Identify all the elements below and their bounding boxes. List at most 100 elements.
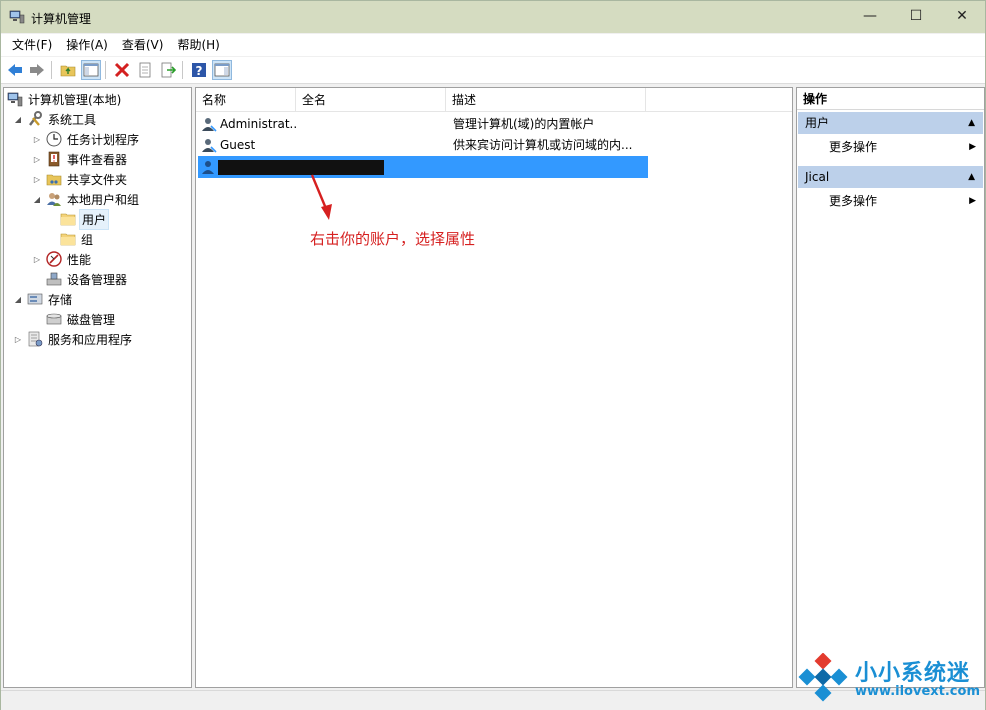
watermark-url: www.ilovext.com: [855, 684, 980, 699]
menu-action[interactable]: 操作(A): [59, 34, 115, 56]
submenu-arrow-icon: ▶: [969, 142, 976, 152]
tree-item-groups[interactable]: 组: [60, 229, 95, 249]
site-watermark: 小小系统迷 www.ilovext.com: [797, 651, 985, 707]
expand-icon[interactable]: ▷: [32, 255, 42, 264]
computer-management-window: 计算机管理 — ☐ ✕ 文件(F) 操作(A) 查看(V) 帮助(H) ? 计算…: [0, 0, 986, 710]
tree-item-disk-management[interactable]: 磁盘管理: [46, 309, 117, 329]
toolbar-separator: [51, 61, 52, 79]
redacted-account-name: [218, 160, 384, 175]
tree-item-local-users-and-groups[interactable]: ◢ 本地用户和组: [32, 189, 141, 209]
window-title: 计算机管理: [31, 12, 92, 26]
collapse-up-icon[interactable]: ▲: [968, 112, 975, 134]
annotation-text: 右击你的账户，选择属性: [310, 230, 476, 248]
collapse-icon[interactable]: ◢: [13, 115, 23, 124]
tree-item-storage[interactable]: ◢ 存储: [13, 289, 74, 309]
cell-name: Guest: [220, 138, 256, 152]
minimize-button[interactable]: —: [847, 1, 893, 31]
computer-management-app-icon: [9, 10, 25, 24]
maximize-icon: ☐: [909, 8, 923, 24]
column-header-description[interactable]: 描述: [446, 88, 646, 112]
storage-icon: [27, 291, 43, 307]
maximize-button[interactable]: ☐: [893, 1, 939, 31]
action-more-actions-users[interactable]: 更多操作 ▶: [797, 136, 984, 158]
expand-icon[interactable]: ▷: [32, 155, 42, 164]
cell-name: Administrat...: [220, 117, 298, 131]
table-row-administrator[interactable]: Administrat... 管理计算机(域)的内置帐户: [198, 113, 648, 135]
collapse-icon[interactable]: ◢: [13, 295, 23, 304]
tree-item-label: 设备管理器: [67, 272, 128, 287]
show-hide-tree-icon: [83, 63, 99, 77]
tree-item-shared-folders[interactable]: ▷ 共享文件夹: [32, 169, 129, 189]
expand-icon[interactable]: ▷: [32, 135, 42, 144]
clock-icon: [46, 131, 62, 147]
column-header-name[interactable]: 名称: [196, 88, 296, 112]
user-list-pane[interactable]: 名称 全名 描述 Administrat... 管理计算机(域)的内置帐户 Gu…: [195, 87, 793, 688]
show-hide-console-tree-button[interactable]: [81, 60, 101, 80]
close-icon: ✕: [956, 8, 968, 24]
action-item-label: 更多操作: [829, 194, 878, 208]
title-bar[interactable]: 计算机管理 — ☐ ✕: [1, 1, 985, 33]
menu-view[interactable]: 查看(V): [115, 34, 171, 56]
event-viewer-icon: [46, 151, 62, 167]
table-row-guest[interactable]: Guest 供来宾访问计算机或访问域的内...: [198, 134, 648, 156]
tree-item-device-manager[interactable]: 设备管理器: [46, 269, 129, 289]
cell-fullname: [304, 134, 444, 156]
tree-item-label: 本地用户和组: [67, 192, 140, 207]
menu-help[interactable]: 帮助(H): [170, 34, 226, 56]
tree-item-users[interactable]: 用户: [60, 208, 110, 230]
table-row-selected-account[interactable]: [198, 156, 648, 178]
tree-item-label: 系统工具: [48, 112, 97, 127]
action-group-users[interactable]: 用户 ▲: [798, 112, 983, 134]
forward-button[interactable]: [27, 60, 47, 80]
tree-item-computer-management[interactable]: 计算机管理(本地): [7, 89, 123, 109]
tree-item-event-viewer[interactable]: ▷ 事件查看器: [32, 149, 129, 169]
forward-arrow-icon: [30, 64, 44, 76]
action-group-label: 用户: [805, 116, 830, 130]
up-one-level-button[interactable]: [58, 60, 78, 80]
back-button[interactable]: [5, 60, 25, 80]
tree-item-label: 磁盘管理: [67, 312, 116, 327]
console-tree-pane[interactable]: 计算机管理(本地) ◢ 系统工具 ▷ 任务计划程序 ▷ 事件查看器 ▷ 共享文件…: [3, 87, 192, 688]
actions-pane: 操作 用户 ▲ 更多操作 ▶ Jical ▲ 更多操作 ▶: [796, 87, 985, 688]
tree-item-system-tools[interactable]: ◢ 系统工具: [13, 109, 98, 129]
collapse-icon[interactable]: ◢: [32, 195, 42, 204]
tree-item-label: 服务和应用程序: [48, 332, 133, 347]
tree-item-label: 任务计划程序: [67, 132, 140, 147]
properties-button[interactable]: [135, 60, 155, 80]
toolbar-separator: [105, 61, 106, 79]
close-button[interactable]: ✕: [939, 1, 985, 31]
expand-icon[interactable]: ▷: [32, 175, 42, 184]
menu-file[interactable]: 文件(F): [5, 34, 59, 56]
tree-item-label: 性能: [67, 252, 92, 267]
collapse-up-icon[interactable]: ▲: [968, 166, 975, 188]
delete-button[interactable]: [112, 60, 132, 80]
watermark-site-name: 小小系统迷: [855, 661, 971, 686]
tree-item-label: 计算机管理(本地): [28, 92, 122, 107]
tree-item-performance[interactable]: ▷ 性能: [32, 249, 93, 269]
export-list-button[interactable]: [158, 60, 178, 80]
action-group-label: Jical: [805, 170, 830, 184]
svg-text:?: ?: [196, 64, 203, 78]
computer-management-icon: [7, 91, 23, 107]
cell-description: 供来宾访问计算机或访问域的内...: [453, 138, 633, 152]
watermark-logo-icon: [798, 653, 848, 702]
toolbar-separator: [182, 61, 183, 79]
show-hide-action-pane-button[interactable]: [212, 60, 232, 80]
performance-icon: [46, 251, 62, 267]
folder-icon: [60, 211, 76, 227]
list-header: 名称 全名 描述: [196, 88, 792, 112]
help-button[interactable]: ?: [189, 60, 209, 80]
action-item-label: 更多操作: [829, 140, 878, 154]
action-group-account[interactable]: Jical ▲: [798, 166, 983, 188]
action-more-actions-account[interactable]: 更多操作 ▶: [797, 190, 984, 212]
tree-item-label: 存储: [48, 292, 73, 307]
users-groups-icon: [46, 191, 62, 207]
column-header-fullname[interactable]: 全名: [296, 88, 446, 112]
tree-item-services-and-applications[interactable]: ▷ 服务和应用程序: [13, 329, 134, 349]
folder-icon: [60, 231, 76, 247]
actions-pane-title: 操作: [797, 88, 984, 110]
user-icon: [202, 139, 217, 153]
expand-icon[interactable]: ▷: [13, 335, 23, 344]
tree-item-task-scheduler[interactable]: ▷ 任务计划程序: [32, 129, 141, 149]
tree-item-label: 事件查看器: [67, 152, 128, 167]
